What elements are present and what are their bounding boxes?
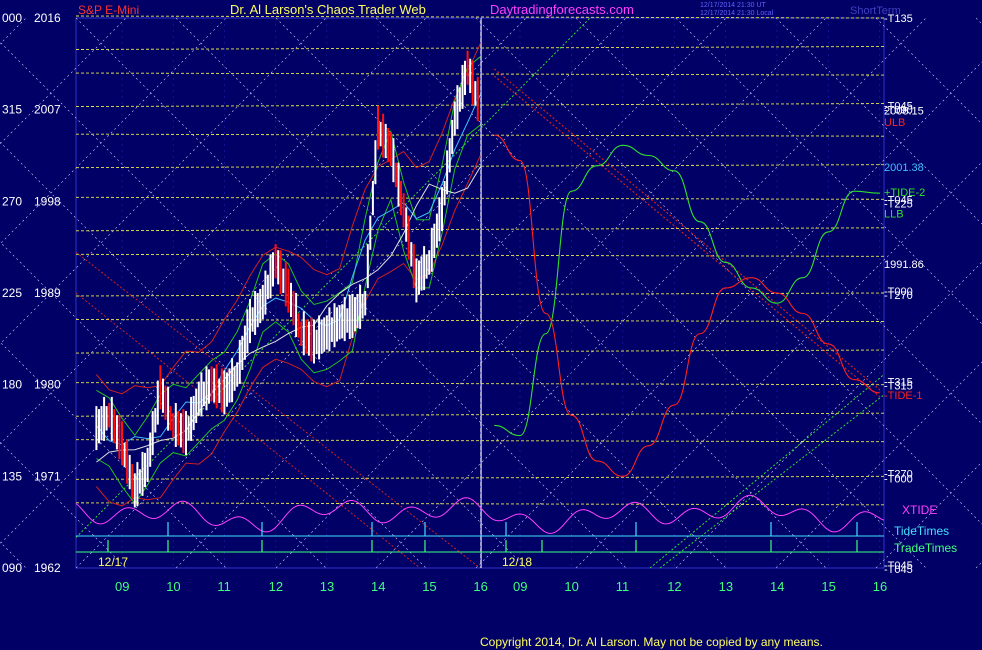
y-tick-degree: 315 (2, 103, 22, 117)
y-tick-price: 2016 (34, 11, 61, 25)
x-tick-day2: 12 (667, 579, 681, 594)
y-tick-degree: 180 (2, 378, 22, 392)
right-label: LLB (884, 209, 904, 221)
x-tick-day2: 11 (616, 579, 630, 594)
right-label: -T045 (884, 564, 913, 576)
x-tick-day1: 11 (217, 579, 231, 594)
right-label: -T270 (884, 290, 913, 302)
legend-tradetimes: TradeTimes (894, 541, 957, 555)
y-tick-degree: 135 (2, 469, 22, 483)
right-label: -TIDE-1 (884, 390, 923, 402)
symbol-label: S&P E-Mini (78, 3, 139, 17)
x-tick-day2: 10 (564, 579, 578, 594)
x-tick-day2: 16 (873, 579, 887, 594)
y-tick-price: 1962 (34, 561, 61, 575)
x-tick-day2: 15 (821, 579, 835, 594)
right-label: -T000 (884, 473, 913, 485)
timestamp-local: 12/17/2014 21:30 Local (700, 10, 774, 17)
date-label-day2: 12/18 (502, 555, 532, 569)
x-tick-day1: 10 (166, 579, 180, 594)
y-tick-price: 2007 (34, 103, 61, 117)
y-tick-degree: 225 (2, 286, 22, 300)
date-label-day1: 12/17 (98, 555, 128, 569)
y-tick-price: 1989 (34, 286, 61, 300)
right-label: ULB (884, 117, 905, 129)
y-tick-price: 1971 (34, 469, 61, 483)
timestamp-ut: 12/17/2014 21:30 UT (700, 2, 766, 9)
legend-tidetimes: TideTimes (894, 524, 949, 538)
x-tick-day1: 12 (269, 579, 283, 594)
site-link[interactable]: Daytradingforecasts.com (490, 2, 634, 17)
right-label: 2008.15 (884, 106, 924, 118)
y-tick-price: 1980 (34, 378, 61, 392)
x-tick-day1: 09 (115, 579, 129, 594)
chaos-trader-chart: 000 2016 315 2007 270 1998 225 1989 180 1980 135 19… (0, 0, 982, 650)
copyright: Copyright 2014, Dr. Al Larson. May not b… (480, 635, 823, 649)
x-tick-day2: 13 (719, 579, 733, 594)
y-tick-degree: 270 (2, 194, 22, 208)
x-tick-day1: 16 (473, 579, 487, 594)
right-label: 2001.38 (884, 162, 924, 174)
x-tick-day2: 09 (513, 579, 527, 594)
x-tick-day1: 15 (422, 579, 436, 594)
right-label: 1991.86 (884, 259, 924, 271)
legend-xtide: XTIDE (902, 503, 937, 517)
x-tick-day1: 14 (371, 579, 385, 594)
brand-label: ShortTerm (850, 5, 901, 17)
x-tick-day1: 13 (320, 579, 334, 594)
y-tick-degree: 000 (2, 11, 22, 25)
chart-title: Dr. Al Larson's Chaos Trader Web (230, 2, 426, 17)
y-tick-degree: 090 (2, 561, 22, 575)
x-tick-day2: 14 (770, 579, 784, 594)
y-tick-price: 1998 (34, 194, 61, 208)
